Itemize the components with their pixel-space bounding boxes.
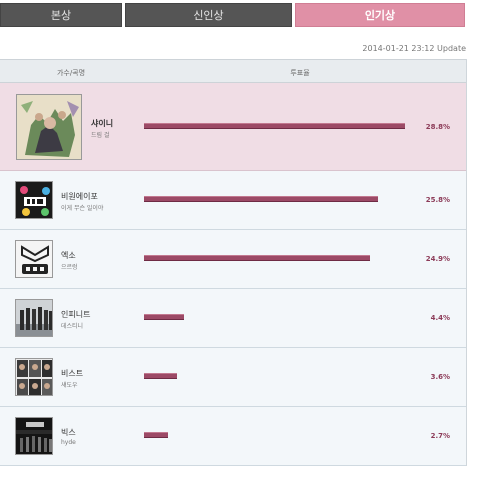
artist-name: 엑소	[61, 251, 76, 260]
b1a4-album-art	[15, 181, 53, 219]
song-title: 으르렁	[61, 264, 78, 271]
vote-percent: 25.8%	[425, 196, 450, 204]
vote-percent: 24.9%	[425, 255, 450, 263]
artist-name: 인피니트	[61, 310, 91, 319]
vote-percent: 4.4%	[430, 314, 450, 322]
vote-bar	[144, 314, 184, 320]
beast-album-art	[15, 358, 53, 396]
infinite-album-art	[15, 299, 53, 337]
table-row[interactable]: 샤이니 드림 걸 28.8%	[0, 83, 466, 171]
column-header-vote-rate: 투표율	[290, 69, 310, 77]
artist-name: 빅스	[61, 428, 76, 437]
artist-name: 샤이니	[91, 119, 114, 128]
table-row[interactable]: 엑소 으르렁 24.9%	[0, 230, 466, 289]
vote-table: 가수/곡명 투표율 샤이니 드림 걸 28.8% 비원에이포 이게 무슨 일이야…	[0, 59, 467, 466]
artist-name: 비스트	[61, 369, 84, 378]
column-header-artist-song: 가수/곡명	[56, 69, 86, 77]
vote-bar	[144, 255, 370, 261]
tab-popularity-award[interactable]: 인기상	[295, 3, 465, 27]
update-timestamp: 2014-01-21 23:12 Update	[362, 44, 466, 53]
song-title: 드림 걸	[91, 132, 110, 139]
song-title: hyde	[61, 439, 76, 446]
vote-percent: 2.7%	[430, 432, 450, 440]
tab-rookie-award[interactable]: 신인상	[125, 3, 292, 27]
vote-bar	[144, 123, 405, 129]
vote-bar	[144, 373, 177, 379]
shinee-album-art	[16, 94, 82, 160]
vote-bar	[144, 432, 168, 438]
table-row[interactable]: 비원에이포 이게 무슨 일이야 25.8%	[0, 171, 466, 230]
song-title: 데스티니	[61, 323, 84, 330]
song-title: 섀도우	[61, 382, 78, 389]
table-row[interactable]: 인피니트 데스티니 4.4%	[0, 289, 466, 348]
vote-percent: 28.8%	[425, 123, 450, 131]
vote-bar	[144, 196, 378, 202]
vote-percent: 3.6%	[430, 373, 450, 381]
table-row[interactable]: 빅스 hyde 2.7%	[0, 407, 466, 466]
category-tabs: 본상 신인상 인기상	[0, 0, 470, 30]
table-header: 가수/곡명 투표율	[0, 59, 466, 83]
exo-album-art	[15, 240, 53, 278]
artist-name: 비원에이포	[61, 192, 98, 201]
song-title: 이게 무슨 일이야	[61, 205, 104, 212]
table-row[interactable]: 비스트 섀도우 3.6%	[0, 348, 466, 407]
tab-main-award[interactable]: 본상	[0, 3, 122, 27]
vixx-album-art	[15, 417, 53, 455]
